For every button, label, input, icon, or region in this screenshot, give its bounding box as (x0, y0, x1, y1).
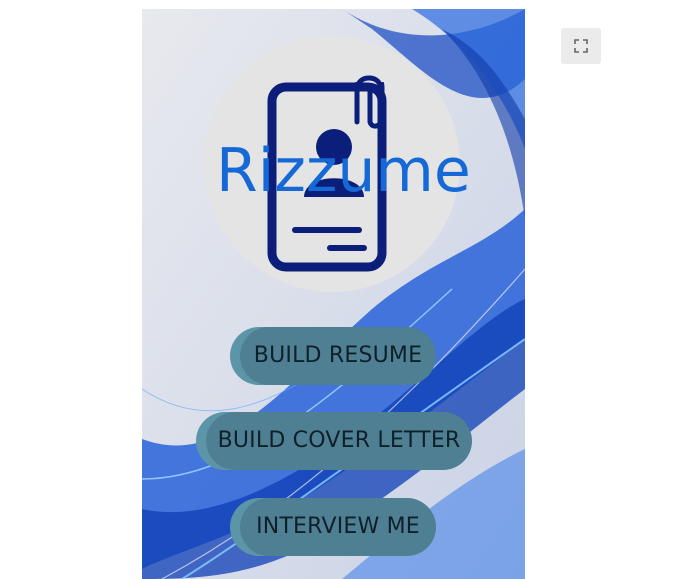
logo-text: Rizzume (216, 136, 471, 206)
fullscreen-button[interactable] (561, 28, 601, 64)
interview-me-button[interactable]: INTERVIEW ME (240, 498, 436, 556)
build-resume-button[interactable]: BUILD RESUME (240, 327, 436, 385)
app-screen: Rizzume BUILD RESUME BUILD COVER LETTER … (142, 9, 525, 579)
app-stage: Rizzume BUILD RESUME BUILD COVER LETTER … (0, 0, 678, 579)
fullscreen-icon (574, 39, 588, 53)
build-cover-letter-button[interactable]: BUILD COVER LETTER (206, 412, 472, 470)
